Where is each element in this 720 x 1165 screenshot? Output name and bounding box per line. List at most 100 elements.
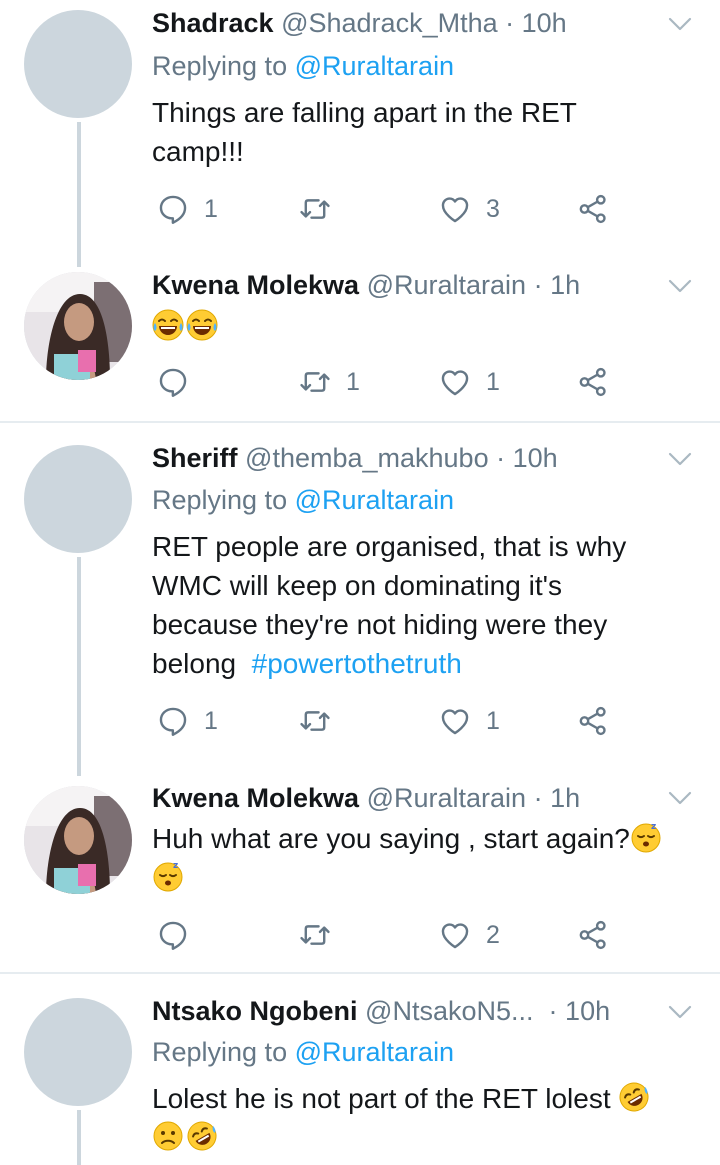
- tweet[interactable]: Shadrack @Shadrack_Mtha · 10h Replying t…: [0, 0, 720, 267]
- chevron-down-icon[interactable]: [668, 278, 692, 294]
- avatar-photo: [24, 786, 132, 894]
- replying-to: Replying to @Ruraltarain: [152, 1035, 454, 1069]
- retweet-icon: [298, 192, 332, 226]
- tweet-text: Things are falling apart in the RET camp…: [152, 93, 696, 171]
- thread-line: [77, 122, 81, 267]
- heart-icon: [438, 918, 472, 952]
- tweet-text: [152, 307, 696, 346]
- author-handle[interactable]: @Shadrack_Mtha: [281, 8, 498, 38]
- author-name[interactable]: Ntsako Ngobeni: [152, 996, 358, 1026]
- like-button[interactable]: 1: [438, 362, 500, 402]
- retweet-button[interactable]: [298, 915, 346, 955]
- timestamp[interactable]: 1h: [550, 783, 580, 813]
- avatar[interactable]: [24, 998, 132, 1106]
- author-name[interactable]: Shadrack: [152, 8, 274, 38]
- reply-button[interactable]: [156, 362, 204, 402]
- tweet-text: RET people are organised, that is why WM…: [152, 527, 696, 683]
- action-bar: 1 1: [152, 362, 632, 402]
- rolling-on-floor-laughing-emoji: [186, 1120, 218, 1152]
- author-handle[interactable]: @Ruraltarain: [367, 783, 526, 813]
- chevron-down-icon[interactable]: [668, 790, 692, 806]
- tweet-text-line: RET people are organised, that is why: [152, 531, 627, 562]
- thread-line: [77, 1110, 81, 1165]
- reply-count: 1: [204, 194, 218, 223]
- chevron-down-icon[interactable]: [668, 451, 692, 467]
- avatar[interactable]: [24, 272, 132, 380]
- like-button[interactable]: 1: [438, 701, 500, 741]
- separator-dot: ·: [533, 270, 543, 300]
- tweet[interactable]: Kwena Molekwa @Ruraltarain · 1h 1 1: [0, 265, 720, 420]
- timestamp[interactable]: 10h: [513, 443, 558, 473]
- retweet-button[interactable]: 1: [298, 362, 360, 402]
- author-handle[interactable]: @Ruraltarain: [367, 270, 526, 300]
- timestamp[interactable]: 1h: [550, 270, 580, 300]
- tweet-header: Kwena Molekwa @Ruraltarain · 1h: [152, 781, 660, 815]
- avatar[interactable]: [24, 445, 132, 553]
- action-bar: 1 3: [152, 189, 632, 229]
- replying-to-link[interactable]: @Ruraltarain: [295, 51, 454, 81]
- reply-icon: [156, 704, 190, 738]
- reply-button[interactable]: [156, 915, 204, 955]
- tweet-text-fragment: belong: [152, 648, 237, 679]
- like-button[interactable]: 2: [438, 915, 500, 955]
- retweet-button[interactable]: [298, 189, 346, 229]
- share-icon: [576, 704, 610, 738]
- share-icon: [576, 365, 610, 399]
- replying-to-label: Replying to: [152, 1037, 288, 1067]
- tweet-text-line: WMC will keep on dominating it's: [152, 570, 562, 601]
- reply-icon: [156, 192, 190, 226]
- chevron-down-icon[interactable]: [668, 1004, 692, 1020]
- tweet-text: Lolest he is not part of the RET lolest: [152, 1079, 696, 1157]
- retweet-icon: [298, 365, 332, 399]
- timestamp[interactable]: 10h: [522, 8, 567, 38]
- heart-icon: [438, 365, 472, 399]
- tweet-text-line: camp!!!: [152, 136, 244, 167]
- author-name[interactable]: Sheriff: [152, 443, 238, 473]
- reply-button[interactable]: 1: [156, 189, 218, 229]
- like-button[interactable]: 3: [438, 189, 500, 229]
- reply-count: 1: [204, 706, 218, 735]
- replying-to: Replying to @Ruraltarain: [152, 483, 454, 517]
- tweet-text-line: [152, 858, 696, 897]
- replying-to-link[interactable]: @Ruraltarain: [295, 1037, 454, 1067]
- retweet-icon: [298, 704, 332, 738]
- avatar-photo: [24, 272, 132, 380]
- action-bar: 1 1: [152, 701, 632, 741]
- tweet-header: Sheriff @themba_makhubo · 10h: [152, 441, 660, 475]
- author-name[interactable]: Kwena Molekwa: [152, 270, 359, 300]
- tweet[interactable]: Kwena Molekwa @Ruraltarain · 1h Huh what…: [0, 776, 720, 971]
- sleeping-face-emoji: [152, 860, 184, 892]
- separator-dot: ·: [505, 8, 515, 38]
- action-bar: 2: [152, 915, 632, 955]
- tweet[interactable]: Sheriff @themba_makhubo · 10h Replying t…: [0, 423, 720, 776]
- retweet-button[interactable]: [298, 701, 346, 741]
- avatar[interactable]: [24, 10, 132, 118]
- tweet-header: Shadrack @Shadrack_Mtha · 10h: [152, 6, 660, 40]
- chevron-down-icon[interactable]: [668, 16, 692, 32]
- replying-to-link[interactable]: @Ruraltarain: [295, 485, 454, 515]
- tweet-text-line: belong #powertothetruth: [152, 644, 696, 683]
- avatar[interactable]: [24, 786, 132, 894]
- reply-icon: [156, 365, 190, 399]
- tweet[interactable]: Ntsako Ngobeni @NtsakoN5... · 10h Replyi…: [0, 974, 720, 1165]
- hashtag-link[interactable]: #powertothetruth: [252, 648, 462, 679]
- author-name[interactable]: Kwena Molekwa: [152, 783, 359, 813]
- like-count: 3: [486, 194, 500, 223]
- tweet-text-line: [152, 1118, 696, 1157]
- share-button[interactable]: [576, 701, 610, 741]
- separator-dot: ·: [548, 996, 558, 1026]
- reply-button[interactable]: 1: [156, 701, 218, 741]
- separator-dot: ·: [496, 443, 506, 473]
- author-handle[interactable]: @NtsakoN5...: [365, 996, 533, 1026]
- separator-dot: ·: [533, 783, 543, 813]
- share-button[interactable]: [576, 189, 610, 229]
- author-handle[interactable]: @themba_makhubo: [245, 443, 489, 473]
- timestamp[interactable]: 10h: [565, 996, 610, 1026]
- tweet-header: Ntsako Ngobeni @NtsakoN5... · 10h: [152, 994, 720, 1028]
- like-count: 1: [486, 706, 500, 735]
- share-button[interactable]: [576, 362, 610, 402]
- tweet-text-fragment: Huh what are you saying , start again?: [152, 823, 630, 854]
- tweet-text-line: Huh what are you saying , start again?: [152, 819, 696, 858]
- tweet-text: Huh what are you saying , start again?: [152, 819, 696, 897]
- share-button[interactable]: [576, 915, 610, 955]
